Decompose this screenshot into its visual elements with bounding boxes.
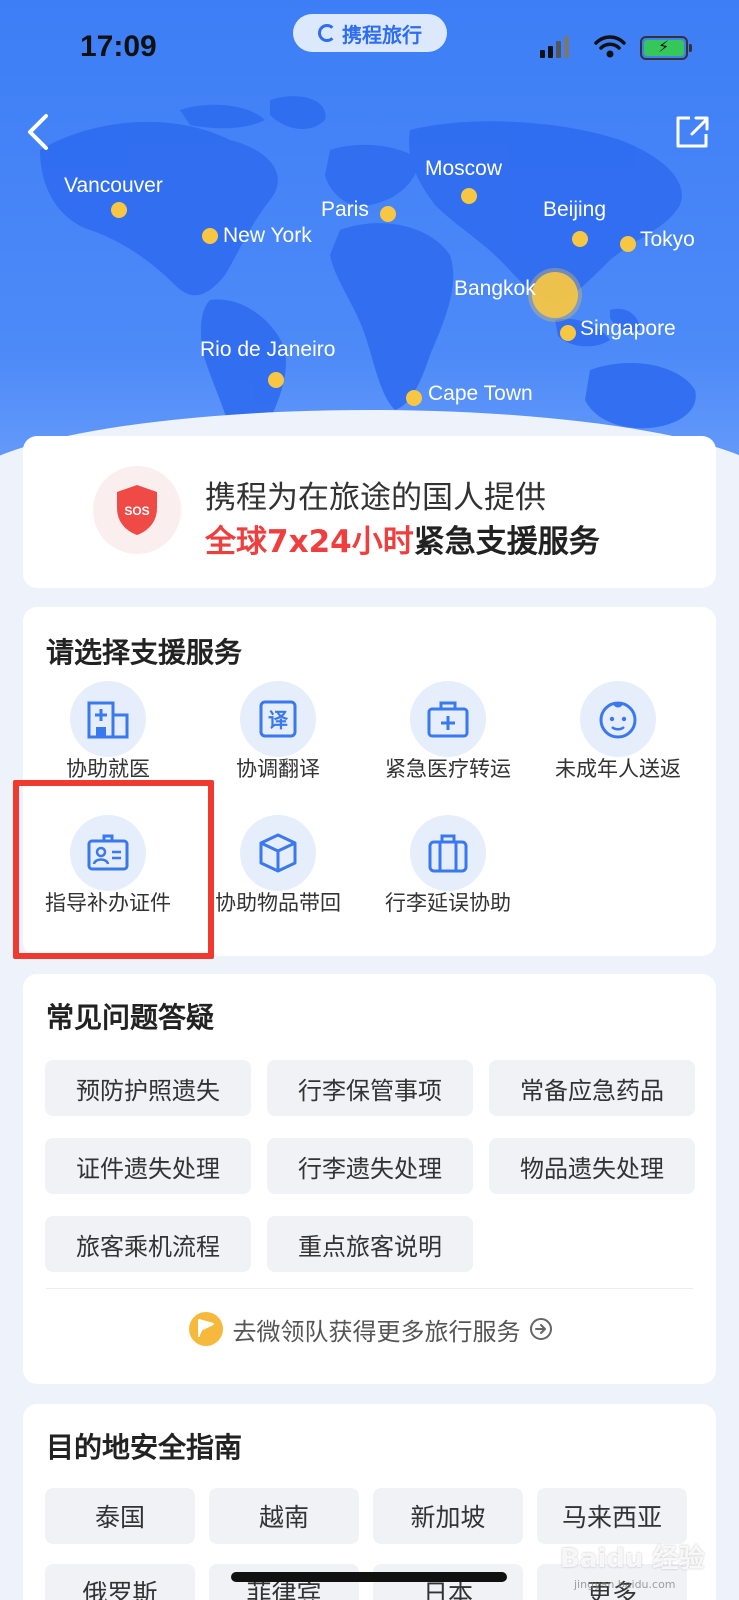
city-dot-moscow — [461, 188, 477, 204]
sos-line-2: 全球7x24小时紧急支援服务 — [205, 516, 600, 561]
child-face-icon — [580, 681, 656, 757]
service-label: 紧急医疗转运 — [385, 757, 511, 781]
translate-icon: 译 — [240, 681, 316, 757]
country-chip[interactable]: 泰国 — [45, 1488, 195, 1544]
city-label-paris: Paris — [321, 198, 369, 221]
back-chevron-icon[interactable] — [20, 110, 60, 154]
ctrip-logo-icon — [318, 24, 336, 42]
faq-divider — [46, 1288, 693, 1289]
service-label: 协助就医 — [66, 757, 150, 781]
city-label-bangkok: Bangkok — [454, 277, 536, 300]
city-label-rio: Rio de Janeiro — [200, 338, 336, 361]
arrow-circle-right-icon — [529, 1318, 552, 1340]
faq-chip[interactable]: 行李遗失处理 — [267, 1138, 473, 1194]
status-bar: 17:09 携程旅行 ⚡ — [0, 0, 739, 96]
city-label-tokyo: Tokyo — [640, 228, 695, 251]
box-icon — [240, 815, 316, 891]
city-label-beijing: Beijing — [543, 198, 607, 221]
service-label: 行李延误协助 — [385, 891, 511, 915]
country-chip[interactable]: 日本 — [373, 1564, 523, 1600]
service-label: 协助物品带回 — [215, 891, 341, 915]
faq-chip[interactable]: 证件遗失处理 — [45, 1138, 251, 1194]
luggage-icon — [410, 815, 486, 891]
faq-chip[interactable]: 重点旅客说明 — [267, 1216, 473, 1272]
sos-line-1: 携程为在旅途的国人提供 — [205, 480, 546, 516]
city-dot-singapore — [560, 325, 576, 341]
city-dot-cape-town — [406, 390, 422, 406]
faq-title: 常见问题答疑 — [46, 1001, 215, 1034]
city-dot-beijing — [572, 231, 588, 247]
country-chip[interactable]: 俄罗斯 — [45, 1564, 195, 1600]
city-dot-rio — [268, 372, 284, 388]
faq-chip[interactable]: 旅客乘机流程 — [45, 1216, 251, 1272]
wifi-icon — [594, 35, 626, 58]
sos-shield-icon: SOS — [93, 466, 181, 554]
city-label-vancouver: Vancouver — [64, 174, 163, 197]
cellular-signal-icon — [540, 36, 569, 58]
city-dot-paris — [380, 206, 396, 222]
faq-chip[interactable]: 预防护照遗失 — [45, 1060, 251, 1116]
city-dot-vancouver — [111, 202, 127, 218]
medical-kit-icon — [410, 681, 486, 757]
faq-chip[interactable]: 常备应急药品 — [489, 1060, 695, 1116]
sos-line-2-rest: 紧急支援服务 — [413, 524, 600, 560]
id-card-icon — [70, 815, 146, 891]
flag-bubble-icon — [188, 1312, 223, 1346]
svg-text:译: 译 — [268, 708, 289, 732]
app-name: 携程旅行 — [342, 22, 422, 47]
service-medical-transport[interactable]: 紧急医疗转运 — [363, 681, 533, 791]
city-label-moscow: Moscow — [425, 157, 503, 180]
status-time: 17:09 — [80, 30, 157, 63]
service-item-return[interactable]: 协助物品带回 — [193, 815, 363, 925]
services-card: 请选择支援服务 协助就医 译 协调翻译 紧急医疗转运 未成年人送返 指导补办证件 — [23, 607, 716, 956]
country-chip[interactable]: 马来西亚 — [537, 1488, 687, 1544]
city-dot-new-york — [202, 228, 218, 244]
service-hospital-assist[interactable]: 协助就医 — [23, 681, 193, 791]
more-services-link[interactable]: 去微领队获得更多旅行服务 — [23, 1308, 716, 1350]
country-chip[interactable]: 越南 — [209, 1488, 359, 1544]
guide-title: 目的地安全指南 — [46, 1431, 243, 1464]
app-name-pill[interactable]: 携程旅行 — [293, 14, 447, 52]
home-indicator[interactable] — [231, 1572, 507, 1582]
services-title: 请选择支援服务 — [46, 636, 243, 669]
service-luggage-delay[interactable]: 行李延误协助 — [363, 815, 533, 925]
city-dot-tokyo — [620, 236, 636, 252]
service-document-reissue[interactable]: 指导补办证件 — [23, 815, 193, 925]
baidu-watermark-url: jingyan.baidu.com — [574, 1578, 676, 1591]
city-label-singapore: Singapore — [580, 317, 676, 340]
city-label-new-york: New York — [223, 224, 312, 247]
faq-chip[interactable]: 行李保管事项 — [267, 1060, 473, 1116]
city-label-cape-town: Cape Town — [428, 382, 533, 405]
country-chip[interactable]: 新加坡 — [373, 1488, 523, 1544]
share-icon[interactable] — [672, 112, 712, 152]
service-label: 指导补办证件 — [45, 891, 171, 915]
more-services-text: 去微领队获得更多旅行服务 — [232, 1317, 521, 1346]
sos-banner-card: SOS 携程为在旅途的国人提供 全球7x24小时紧急支援服务 — [23, 436, 716, 588]
service-translation[interactable]: 译 协调翻译 — [193, 681, 363, 791]
service-label: 未成年人送返 — [555, 757, 681, 781]
service-label: 协调翻译 — [236, 757, 320, 781]
service-minor-return[interactable]: 未成年人送返 — [533, 681, 703, 791]
sos-highlight: 全球7x24小时 — [205, 524, 414, 560]
battery-icon: ⚡ — [640, 36, 692, 60]
city-dot-bangkok — [532, 272, 578, 318]
faq-chip[interactable]: 物品遗失处理 — [489, 1138, 695, 1194]
country-chip[interactable]: 菲律宾 — [209, 1564, 359, 1600]
sos-badge-text: SOS — [124, 504, 149, 518]
faq-card: 常见问题答疑 预防护照遗失 行李保管事项 常备应急药品 证件遗失处理 行李遗失处… — [23, 974, 716, 1384]
baidu-watermark: Baidu 经验 — [560, 1544, 705, 1574]
hospital-icon — [70, 681, 146, 757]
